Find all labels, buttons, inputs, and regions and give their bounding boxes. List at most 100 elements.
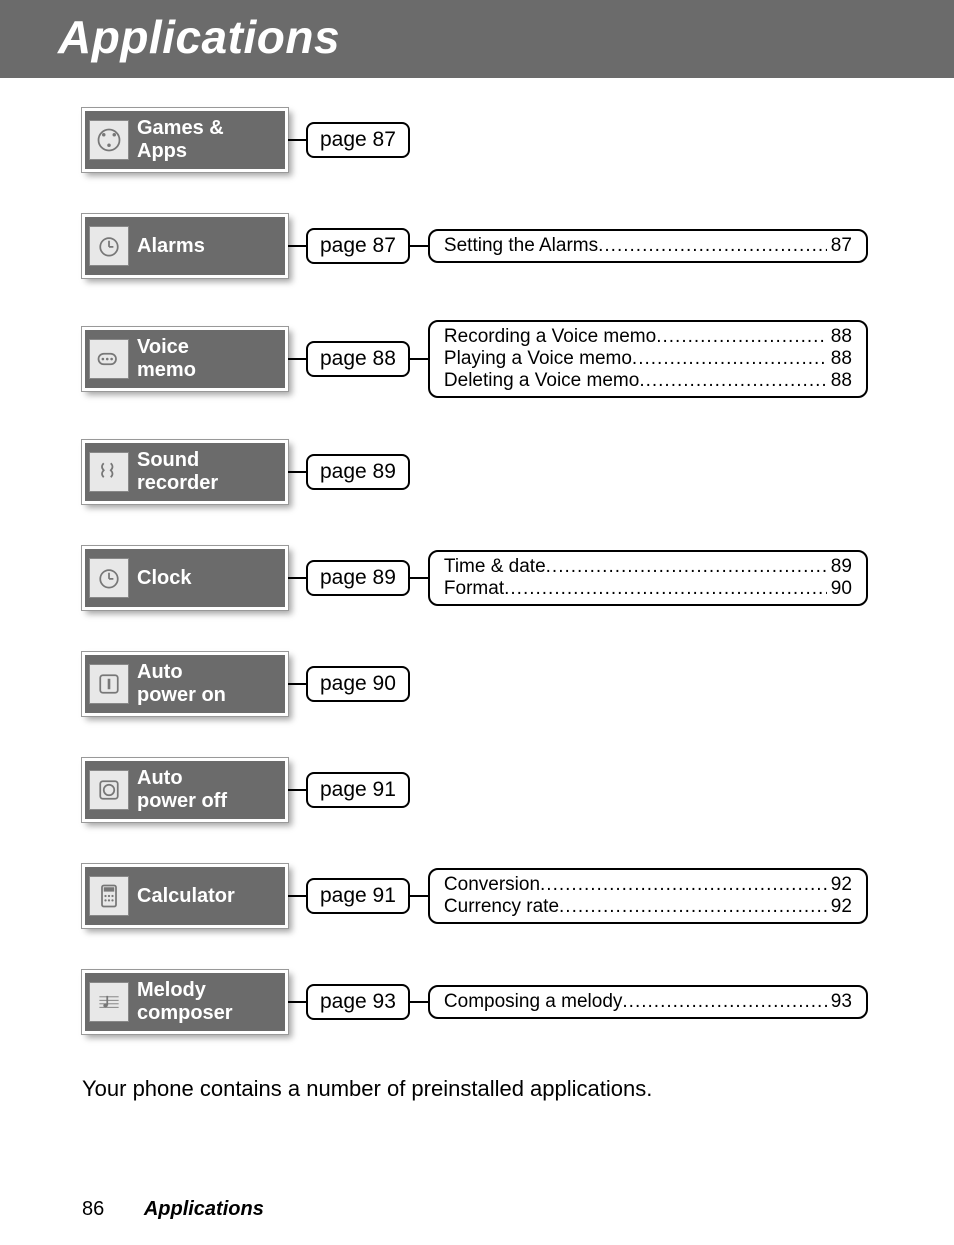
app-tile-label: Auto power off	[137, 767, 227, 813]
voice-memo-icon	[89, 339, 129, 379]
app-row: Melody composer page 93 Composing a melody…	[82, 970, 894, 1034]
app-row: Games & Apps page 87	[82, 108, 894, 172]
app-tile-label: Auto power on	[137, 661, 226, 707]
detail-row: Time & date 89	[444, 556, 852, 578]
connector-line	[410, 1001, 428, 1003]
leader-dots	[632, 348, 827, 370]
app-row: Calculatorpage 91Conversion92Currency ra…	[82, 864, 894, 928]
connector-line	[288, 683, 306, 685]
app-row: Auto power off page 91	[82, 758, 894, 822]
detail-row: Playing a Voice memo 88	[444, 348, 852, 370]
detail-box: Setting the Alarms 87	[428, 229, 868, 263]
sound-recorder-icon	[89, 452, 129, 492]
detail-row: Format 90	[444, 578, 852, 600]
detail-text: Composing a melody	[444, 991, 622, 1013]
app-row: Auto power on page 90	[82, 652, 894, 716]
detail-page: 87	[827, 235, 852, 257]
page-ref-box: page 91	[306, 878, 410, 914]
connector-line	[288, 895, 306, 897]
games-apps-icon	[89, 120, 129, 160]
detail-row: Composing a melody 93	[444, 991, 852, 1013]
calculator-icon	[89, 876, 129, 916]
page-ref-box: page 88	[306, 341, 410, 377]
page-ref-box: page 89	[306, 454, 410, 490]
intro-text: Your phone contains a number of preinsta…	[82, 1076, 954, 1102]
detail-page: 88	[827, 348, 852, 370]
connector-line	[410, 245, 428, 247]
app-tile-label: Alarms	[137, 235, 205, 258]
alarm-icon	[89, 226, 129, 266]
detail-text: Format	[444, 578, 504, 600]
melody-composer-icon	[89, 982, 129, 1022]
page-ref-box: page 87	[306, 122, 410, 158]
app-tile: Games & Apps	[82, 108, 288, 172]
app-tile-label: Calculator	[137, 885, 235, 908]
leader-dots	[656, 326, 827, 348]
app-tile-label: Sound recorder	[137, 449, 218, 495]
detail-page: 92	[827, 874, 852, 896]
app-tile: Alarms	[82, 214, 288, 278]
connector-line	[410, 577, 428, 579]
app-tile: Sound recorder	[82, 440, 288, 504]
power-off-icon	[89, 770, 129, 810]
app-row: Alarms page 87 Setting the Alarms 87	[82, 214, 894, 278]
connector-line	[288, 577, 306, 579]
app-tile-label: Voice memo	[137, 336, 196, 382]
page-ref-box: page 87	[306, 228, 410, 264]
footer-page-number: 86	[82, 1198, 104, 1220]
app-row: Voice memo page 88 Recording a Voice memo 8…	[82, 320, 894, 398]
footer-chapter: Applications	[144, 1198, 264, 1220]
detail-text: Time & date	[444, 556, 546, 578]
leader-dots	[598, 235, 827, 257]
leader-dots	[559, 896, 827, 918]
detail-text: Recording a Voice memo	[444, 326, 656, 348]
app-tile: Auto power on	[82, 652, 288, 716]
detail-box: Time & date 89 Format 90	[428, 550, 868, 606]
page-ref-box: page 89	[306, 560, 410, 596]
page-footer: 86 Applications	[82, 1198, 264, 1221]
detail-box: Recording a Voice memo88Playing a Voice …	[428, 320, 868, 398]
detail-text: Playing a Voice memo	[444, 348, 632, 370]
detail-page: 88	[827, 370, 852, 392]
app-tile-label: Games & Apps	[137, 117, 224, 163]
leader-dots	[504, 578, 827, 600]
detail-page: 93	[827, 991, 852, 1013]
app-tile-label: Clock	[137, 567, 191, 590]
app-tile: Voice memo	[82, 327, 288, 391]
detail-text: Currency rate	[444, 896, 559, 918]
detail-row: Currency rate 92	[444, 896, 852, 918]
connector-line	[288, 139, 306, 141]
detail-row: Setting the Alarms 87	[444, 235, 852, 257]
detail-row: Deleting a Voice memo 88	[444, 370, 852, 392]
app-row: Clock page 89 Time & date 89 Format 90	[82, 546, 894, 610]
detail-box: Composing a melody 93	[428, 985, 868, 1019]
app-row: Sound recorder page 89	[82, 440, 894, 504]
connector-line	[288, 358, 306, 360]
page-ref-box: page 91	[306, 772, 410, 808]
detail-box: Conversion 92 Currency rate 92	[428, 868, 868, 924]
connector-line	[288, 245, 306, 247]
page-ref-box: page 93	[306, 984, 410, 1020]
detail-text: Deleting a Voice memo	[444, 370, 639, 392]
connector-line	[288, 1001, 306, 1003]
detail-row: Recording a Voice memo 88	[444, 326, 852, 348]
app-tile-label: Melody composer	[137, 979, 233, 1025]
detail-text: Setting the Alarms	[444, 235, 598, 257]
connector-line	[288, 471, 306, 473]
leader-dots	[540, 874, 827, 896]
leader-dots	[546, 556, 827, 578]
connector-line	[288, 789, 306, 791]
app-tile: Melody composer	[82, 970, 288, 1034]
detail-page: 89	[827, 556, 852, 578]
connector-line	[410, 895, 428, 897]
leader-dots	[639, 370, 826, 392]
page-ref-box: page 90	[306, 666, 410, 702]
detail-row: Conversion 92	[444, 874, 852, 896]
detail-page: 90	[827, 578, 852, 600]
connector-line	[410, 358, 428, 360]
detail-page: 88	[827, 326, 852, 348]
leader-dots	[622, 991, 826, 1013]
power-on-icon	[89, 664, 129, 704]
detail-text: Conversion	[444, 874, 540, 896]
detail-page: 92	[827, 896, 852, 918]
